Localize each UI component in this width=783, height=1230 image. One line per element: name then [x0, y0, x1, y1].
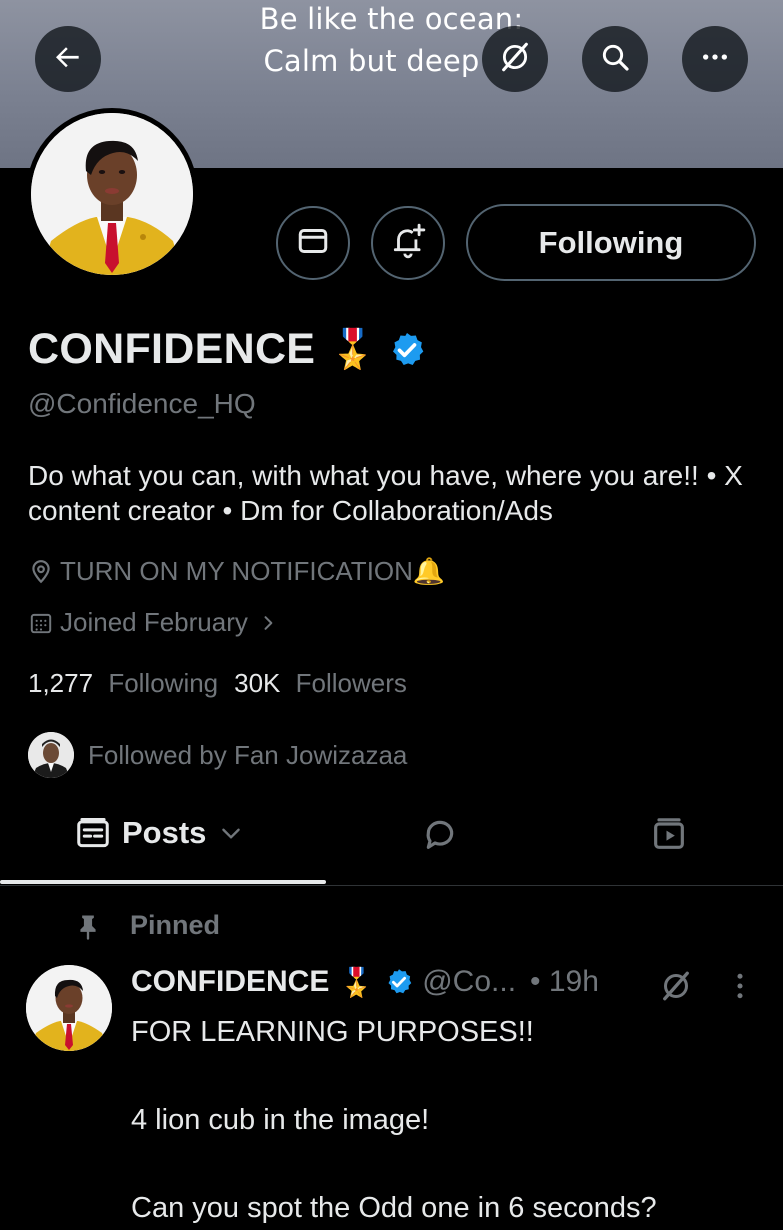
followers-count: 30K	[234, 668, 281, 698]
post-line-1: FOR LEARNING PURPOSES!!	[131, 1016, 534, 1048]
tab-posts[interactable]: Posts	[74, 814, 244, 852]
following-count: 1,277	[28, 668, 94, 698]
following-count-label: Following	[108, 668, 219, 698]
mail-icon	[295, 223, 331, 264]
pin-icon	[74, 912, 102, 940]
post-author-handle: @Co...	[422, 965, 517, 998]
reply-bubble-icon	[420, 814, 460, 854]
back-arrow-icon	[52, 41, 84, 78]
bell-plus-icon	[389, 222, 427, 265]
followers-count-link[interactable]: 30K Followers	[234, 668, 407, 699]
message-button[interactable]	[276, 206, 350, 280]
tab-media[interactable]	[649, 814, 689, 854]
post-line-2	[131, 1054, 771, 1098]
posts-icon	[74, 814, 112, 852]
post-header: CONFIDENCE 🎖️ @Co... • 19h	[131, 965, 599, 999]
post-grok-icon	[658, 968, 694, 1004]
follow-counts: 1,277 Following 30K Followers	[28, 668, 407, 699]
tabs-divider	[0, 885, 783, 886]
grok-button[interactable]	[482, 26, 548, 92]
search-button[interactable]	[582, 26, 648, 92]
location-pin-icon	[28, 559, 54, 585]
calendar-icon	[28, 610, 54, 636]
post-line-3: 4 lion cub in the image!	[131, 1104, 430, 1136]
post-line-5: Can you spot the Odd one in 6 seconds?	[131, 1192, 657, 1224]
user-handle: @Confidence_HQ	[28, 388, 256, 419]
tab-posts-label: Posts	[122, 815, 207, 850]
profile-avatar[interactable]	[26, 108, 198, 280]
followed-by-text: Followed by Fan Jowizazaa	[88, 739, 408, 770]
post-author-avatar[interactable]	[26, 965, 112, 1051]
profile-tabs: Posts	[0, 800, 783, 886]
post-line-4	[131, 1142, 771, 1186]
location-row: TURN ON MY NOTIFICATION🔔	[28, 556, 445, 587]
active-tab-indicator	[0, 880, 326, 884]
post-author-name[interactable]: CONFIDENCE	[131, 965, 329, 999]
notify-button[interactable]	[371, 206, 445, 280]
post-grok-button[interactable]	[658, 968, 694, 1004]
post-more-button[interactable]	[722, 968, 758, 1004]
more-horizontal-icon	[699, 41, 731, 78]
display-name-text: CONFIDENCE	[28, 325, 316, 373]
more-vertical-icon	[722, 968, 758, 1004]
chevron-right-icon	[258, 613, 278, 633]
post-timestamp[interactable]: • 19h	[530, 965, 599, 999]
video-icon	[649, 814, 689, 854]
medal-emoji: 🎖️	[329, 328, 377, 371]
following-button[interactable]: Following	[466, 204, 756, 281]
pinned-indicator: Pinned	[74, 910, 220, 941]
following-count-link[interactable]: 1,277 Following	[28, 668, 218, 699]
verified-badge-icon	[387, 330, 427, 370]
post-medal-emoji: 🎖️	[339, 966, 375, 998]
more-button[interactable]	[682, 26, 748, 92]
chevron-down-icon	[218, 820, 244, 846]
pinned-label: Pinned	[130, 910, 221, 940]
search-icon	[599, 41, 631, 78]
profile-bio: Do what you can, with what you have, whe…	[28, 460, 743, 526]
joined-row[interactable]: Joined February	[28, 607, 278, 638]
avatar-photo	[31, 113, 193, 275]
banner-line-2: Calm but deep	[263, 44, 480, 78]
back-button[interactable]	[35, 26, 101, 92]
banner-line-1: Be like the ocean:	[259, 2, 524, 36]
location-text: TURN ON MY NOTIFICATION🔔	[60, 556, 446, 586]
joined-text: Joined February	[60, 607, 248, 637]
display-name: CONFIDENCE 🎖️	[28, 325, 427, 374]
followers-count-label: Followers	[295, 668, 407, 698]
followed-by-row[interactable]: Followed by Fan Jowizazaa	[28, 732, 407, 778]
post-verified-badge-icon	[384, 967, 414, 997]
tab-replies[interactable]	[420, 814, 460, 854]
grok-icon	[498, 40, 532, 79]
post-body[interactable]: FOR LEARNING PURPOSES!! 4 lion cub in th…	[131, 1010, 771, 1230]
follower-avatar	[28, 732, 74, 778]
